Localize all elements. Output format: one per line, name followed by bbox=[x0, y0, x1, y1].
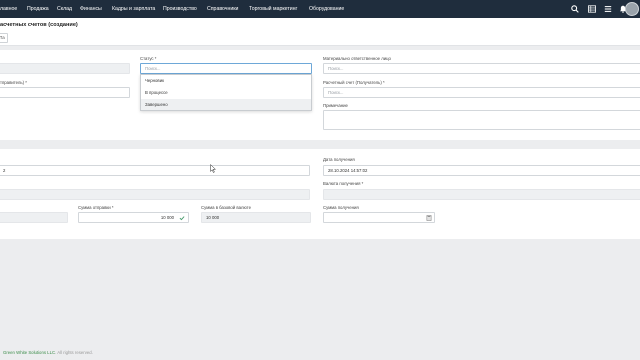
mouse-cursor-icon bbox=[210, 164, 216, 173]
responsible-person-label: Материально ответственное лицо bbox=[323, 56, 391, 61]
status-option-completed[interactable]: Завершено bbox=[141, 99, 311, 110]
receiver-account-label: Расчетный счет (Получатель) * bbox=[323, 80, 385, 85]
search-icon[interactable] bbox=[569, 3, 581, 15]
user-avatar[interactable] bbox=[625, 2, 639, 16]
footer-copyright: . All rights reserved. bbox=[55, 350, 93, 355]
send-amount-label: Сумма отправки * bbox=[78, 205, 114, 210]
receive-date-input[interactable]: 28.10.2024 14:57:02 bbox=[323, 165, 640, 176]
status-option-draft[interactable]: Черновик bbox=[141, 75, 311, 86]
status-option-in-progress[interactable]: В процессе bbox=[141, 87, 311, 98]
page-header: асчетных счетов (создание) Па bbox=[0, 18, 640, 46]
page-title: асчетных счетов (создание) bbox=[0, 22, 78, 28]
sender-account-input[interactable] bbox=[0, 87, 130, 98]
note-textarea[interactable] bbox=[323, 110, 640, 130]
send-amount-input[interactable]: 10 000 bbox=[78, 212, 189, 223]
base-amount-field: 10 000 bbox=[201, 212, 311, 223]
grid-icon[interactable] bbox=[586, 3, 598, 15]
nav-item-sales[interactable]: Продажа bbox=[27, 6, 49, 12]
receive-amount-label: Сумма получения bbox=[323, 205, 359, 210]
check-icon[interactable] bbox=[179, 215, 185, 221]
nav-item-home[interactable]: лавное bbox=[0, 6, 17, 12]
send-date-input[interactable]: 2 bbox=[0, 165, 310, 176]
receiver-account-input[interactable]: Поиск... bbox=[323, 87, 640, 98]
nav-item-equipment[interactable]: Оборудование bbox=[309, 6, 344, 12]
form-panel-main: Статус * Поиск... Материально ответствен… bbox=[0, 50, 640, 140]
footer: Green White Solutions LLC. All rights re… bbox=[3, 350, 93, 355]
receive-currency-label: Валюта получения * bbox=[323, 181, 364, 186]
nav-item-warehouse[interactable]: Склад bbox=[57, 6, 72, 12]
send-currency-field bbox=[0, 189, 310, 200]
receive-amount-input[interactable] bbox=[323, 212, 435, 223]
list-icon[interactable] bbox=[602, 3, 614, 15]
status-dropdown: Черновик В процессе Завершено bbox=[140, 74, 312, 111]
receive-date-label: Дата получения bbox=[323, 157, 355, 162]
send-amount-value: 10 000 bbox=[160, 215, 174, 220]
exchange-rate-field bbox=[0, 212, 68, 223]
footer-brand[interactable]: Green White Solutions LLC bbox=[3, 350, 55, 355]
top-navbar: лавное Продажа Склад Финансы Кадры и зар… bbox=[0, 0, 640, 18]
nav-item-production[interactable]: Производство bbox=[163, 6, 197, 12]
form-panel-amounts: 2 Дата получения 28.10.2024 14:57:02 Вал… bbox=[0, 149, 640, 239]
status-label: Статус * bbox=[140, 56, 157, 61]
calculator-icon[interactable] bbox=[426, 215, 432, 221]
nav-item-finance[interactable]: Финансы bbox=[80, 6, 102, 12]
base-amount-label: Сумма в базовой валюте bbox=[201, 205, 251, 210]
responsible-person-input[interactable]: Поиск... bbox=[323, 63, 640, 74]
receive-currency-field bbox=[323, 189, 640, 200]
nav-item-references[interactable]: Справочники bbox=[207, 6, 238, 12]
status-search-input[interactable]: Поиск... bbox=[140, 63, 312, 74]
document-number-field bbox=[0, 63, 130, 74]
note-label: Примечание bbox=[323, 103, 348, 108]
nav-item-trade-marketing[interactable]: Торговый маркетинг bbox=[249, 6, 297, 12]
header-button[interactable]: Па bbox=[0, 33, 8, 43]
nav-item-hr-payroll[interactable]: Кадры и зарплата bbox=[112, 6, 155, 12]
sender-account-label: тправитель) * bbox=[0, 80, 27, 85]
